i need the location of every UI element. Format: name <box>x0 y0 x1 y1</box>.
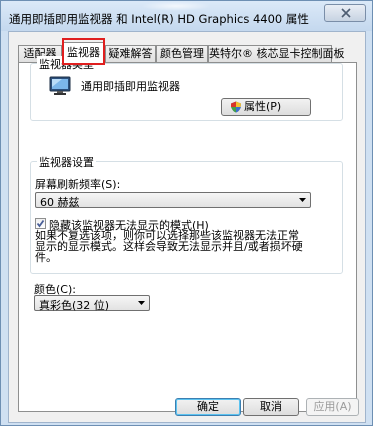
close-icon <box>341 8 351 18</box>
shield-icon <box>231 101 241 113</box>
monitor-settings-group: 监视器设置 屏幕刷新频率(S): 60 赫兹 隐藏该监视器无法显示的模式(H) … <box>30 154 343 274</box>
colors-select[interactable]: 真彩色(32 位) <box>34 295 150 312</box>
colors-value: 真彩色(32 位) <box>39 299 110 312</box>
monitor-name: 通用即插即用监视器 <box>81 80 180 93</box>
chevron-down-icon <box>299 198 306 202</box>
tab-monitor[interactable]: 监视器 <box>62 42 105 63</box>
tab-intel-control-panel[interactable]: 英特尔® 核芯显卡控制面板 <box>208 45 345 62</box>
monitor-tab-panel: 监视器类型 通用即插即用监视器 属性(P) 监视器设置 屏幕刷新频率(S): 6… <box>18 56 357 412</box>
chevron-down-icon <box>138 301 145 305</box>
monitor-type-group: 监视器类型 通用即插即用监视器 属性(P) <box>30 56 343 121</box>
dialog-body: 适配器 监视器 疑难解答 颜色管理 英特尔® 核芯显卡控制面板 监视器类型 通用… <box>8 31 366 423</box>
apply-button[interactable]: 应用(A) <box>306 398 359 416</box>
properties-button-label: 属性(P) <box>244 100 282 113</box>
hide-modes-checkbox[interactable] <box>35 218 46 229</box>
checkmark-icon <box>36 219 45 228</box>
refresh-rate-label: 屏幕刷新频率(S): <box>35 178 121 191</box>
properties-window: 通用即插即用监视器 和 Intel(R) HD Graphics 4400 属性… <box>0 0 373 426</box>
cancel-button[interactable]: 取消 <box>243 398 299 416</box>
refresh-rate-value: 60 赫兹 <box>40 196 80 209</box>
tab-strip: 适配器 监视器 疑难解答 颜色管理 英特尔® 核芯显卡控制面板 <box>18 38 363 65</box>
refresh-rate-select[interactable]: 60 赫兹 <box>35 192 311 209</box>
monitor-settings-legend: 监视器设置 <box>37 154 96 170</box>
properties-button[interactable]: 属性(P) <box>221 98 311 116</box>
monitor-icon <box>49 76 71 95</box>
title-glow <box>141 1 211 11</box>
window-title: 通用即插即用监视器 和 Intel(R) HD Graphics 4400 属性 <box>9 12 309 26</box>
tab-troubleshoot[interactable]: 疑难解答 <box>105 45 156 62</box>
tab-color-management[interactable]: 颜色管理 <box>156 45 208 62</box>
title-bar[interactable]: 通用即插即用监视器 和 Intel(R) HD Graphics 4400 属性 <box>1 1 372 31</box>
hide-modes-description: 如果不复选该项，则你可以选择那些该监视器无法正常显示的显示模式。这样会导致无法显… <box>35 229 303 264</box>
ok-button[interactable]: 确定 <box>175 398 241 416</box>
close-button[interactable] <box>324 4 366 22</box>
